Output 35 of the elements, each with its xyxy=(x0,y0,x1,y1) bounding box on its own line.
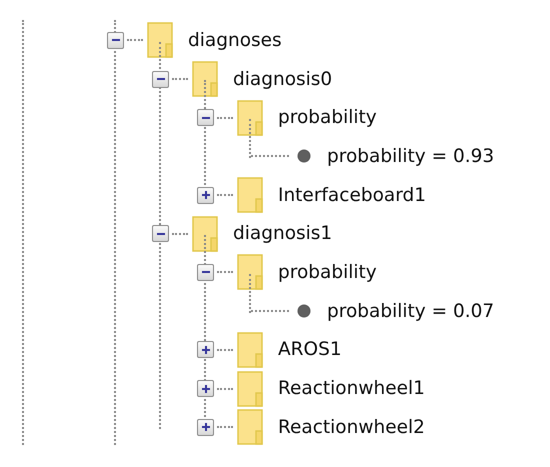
folder-icon xyxy=(237,254,263,290)
plus-icon xyxy=(200,190,210,200)
collapse-toggle[interactable] xyxy=(152,70,169,88)
tree-item-label[interactable]: diagnoses xyxy=(188,30,282,51)
folder-icon xyxy=(237,332,263,368)
tree-item-label[interactable]: probability = 0.07 xyxy=(327,300,494,322)
collapse-toggle[interactable] xyxy=(197,109,214,126)
expand-toggle[interactable] xyxy=(197,186,214,204)
expand-toggle[interactable] xyxy=(197,380,214,398)
plus-icon xyxy=(200,384,210,394)
tree-item-label[interactable]: diagnosis1 xyxy=(233,223,332,244)
tree-item-label[interactable]: Interfaceboard1 xyxy=(278,184,426,206)
collapse-toggle[interactable] xyxy=(152,225,169,242)
folder-icon xyxy=(192,61,218,98)
bullet-icon xyxy=(297,304,311,318)
plus-icon xyxy=(200,422,210,432)
collapse-toggle[interactable] xyxy=(107,32,124,49)
bullet-icon xyxy=(297,149,311,164)
tree-item-label[interactable]: probability xyxy=(278,107,377,128)
folder-icon xyxy=(237,409,263,446)
tree-item-label[interactable]: probability xyxy=(278,262,377,283)
plus-icon xyxy=(200,344,210,355)
tree-item-label[interactable]: Reactionwheel1 xyxy=(278,378,425,400)
folder-icon xyxy=(237,370,263,407)
expand-toggle[interactable] xyxy=(197,341,214,358)
tree-item-label[interactable]: Reactionwheel2 xyxy=(278,416,425,438)
folder-icon xyxy=(192,216,218,252)
collapse-toggle[interactable] xyxy=(197,264,214,281)
tree-item-label[interactable]: AROS1 xyxy=(278,339,342,360)
tree-item-label[interactable]: diagnosis0 xyxy=(233,68,332,90)
expand-toggle[interactable] xyxy=(197,418,214,436)
folder-icon xyxy=(237,177,263,214)
folder-icon xyxy=(237,100,263,136)
folder-icon xyxy=(147,22,173,58)
tree-item-label[interactable]: probability = 0.93 xyxy=(327,146,494,167)
